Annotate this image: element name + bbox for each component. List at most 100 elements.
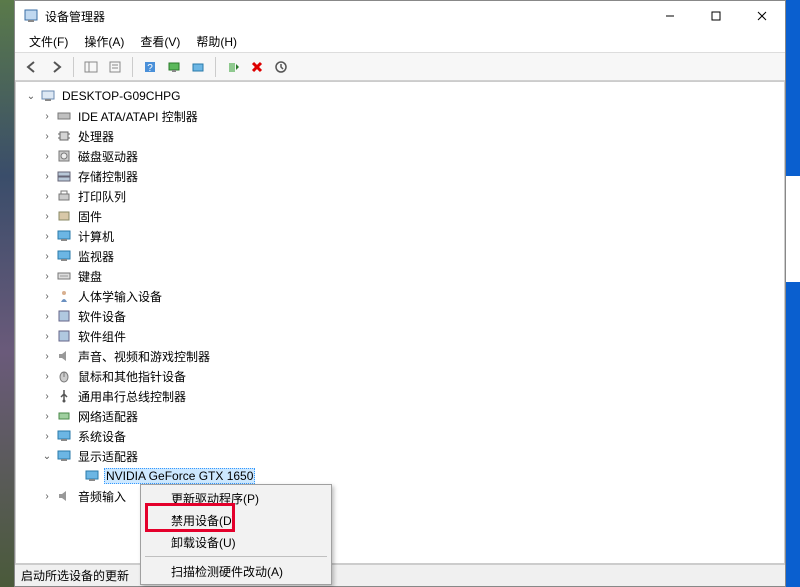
chevron-down-icon[interactable]: ⌄ [24, 91, 38, 102]
context-menu: 更新驱动程序(P) 禁用设备(D) 卸载设备(U) 扫描检测硬件改动(A) [140, 484, 332, 585]
properties-button[interactable] [104, 56, 126, 78]
chevron-right-icon[interactable]: › [40, 111, 54, 122]
menu-file[interactable]: 文件(F) [21, 31, 76, 52]
enable-device-button[interactable] [222, 56, 244, 78]
tree-category-software-devices[interactable]: › 软件设备 [16, 306, 784, 326]
status-text: 启动所选设备的更新 [21, 567, 129, 584]
tree-category-sound[interactable]: ›声音、视频和游戏控制器 [16, 346, 784, 366]
tree-item-label: 通用串行总线控制器 [76, 388, 188, 405]
tree-item-label: 软件设备 [76, 308, 128, 325]
chevron-right-icon[interactable]: › [40, 431, 54, 442]
help-button[interactable]: ? [139, 56, 161, 78]
tree-item-label: 软件组件 [76, 328, 128, 345]
desktop-background-left [0, 0, 14, 587]
tree-category-ide[interactable]: ›IDE ATA/ATAPI 控制器 [16, 106, 784, 126]
display-icon [56, 448, 72, 464]
device-tree[interactable]: ⌄ DESKTOP-G09CHPG ›IDE ATA/ATAPI 控制器 › 处理… [15, 81, 785, 564]
svg-text:?: ? [147, 63, 153, 74]
tree-category-storage-controllers[interactable]: › 存储控制器 [16, 166, 784, 186]
maximize-button[interactable] [693, 1, 739, 31]
tree-category-keyboards[interactable]: › 键盘 [16, 266, 784, 286]
chevron-right-icon[interactable]: › [40, 211, 54, 222]
chevron-right-icon[interactable]: › [40, 491, 54, 502]
menu-help[interactable]: 帮助(H) [188, 31, 245, 52]
disk-icon [56, 148, 72, 164]
chevron-right-icon[interactable]: › [40, 351, 54, 362]
tree-item-label: 处理器 [76, 128, 116, 145]
show-hide-tree-button[interactable] [80, 56, 102, 78]
uninstall-device-button[interactable] [246, 56, 268, 78]
minimize-button[interactable] [647, 1, 693, 31]
context-disable-device[interactable]: 禁用设备(D) [143, 509, 329, 531]
tree-root-label: DESKTOP-G09CHPG [60, 89, 182, 103]
tree-device-gpu[interactable]: NVIDIA GeForce GTX 1650 [16, 466, 784, 486]
tree-item-label: 监视器 [76, 248, 116, 265]
tree-item-label: 鼠标和其他指针设备 [76, 368, 188, 385]
window-controls [647, 1, 785, 31]
chevron-right-icon[interactable]: › [40, 191, 54, 202]
monitor-icon [56, 228, 72, 244]
tree-category-display-adapters[interactable]: ⌄显示适配器 [16, 446, 784, 466]
tree-item-label: 计算机 [76, 228, 116, 245]
menu-action[interactable]: 操作(A) [76, 31, 132, 52]
update-driver-button[interactable] [187, 56, 209, 78]
chevron-right-icon[interactable]: › [40, 251, 54, 262]
menu-bar: 文件(F) 操作(A) 查看(V) 帮助(H) [15, 31, 785, 53]
chevron-right-icon[interactable]: › [40, 391, 54, 402]
usb-icon [56, 388, 72, 404]
chevron-right-icon[interactable]: › [40, 271, 54, 282]
chevron-right-icon[interactable]: › [40, 151, 54, 162]
chevron-right-icon[interactable]: › [40, 411, 54, 422]
toolbar: ? [15, 53, 785, 81]
chevron-right-icon[interactable]: › [40, 171, 54, 182]
storage-icon [56, 168, 72, 184]
context-separator [145, 556, 327, 557]
tree-category-disk-drives[interactable]: ›磁盘驱动器 [16, 146, 784, 166]
app-icon [23, 8, 39, 24]
speaker-icon [56, 488, 72, 504]
tree-category-network[interactable]: › 网络适配器 [16, 406, 784, 426]
chevron-right-icon[interactable]: › [40, 331, 54, 342]
chevron-right-icon[interactable]: › [40, 311, 54, 322]
chevron-right-icon[interactable]: › [40, 131, 54, 142]
tree-category-usb[interactable]: › 通用串行总线控制器 [16, 386, 784, 406]
chevron-down-icon[interactable]: ⌄ [40, 451, 54, 462]
tree-item-label: 音频输入 [76, 488, 128, 505]
component-icon [56, 328, 72, 344]
toolbar-separator [215, 57, 216, 77]
tree-category-monitors[interactable]: › 监视器 [16, 246, 784, 266]
forward-button[interactable] [45, 56, 67, 78]
close-button[interactable] [739, 1, 785, 31]
tree-category-mice[interactable]: › 鼠标和其他指针设备 [16, 366, 784, 386]
tree-item-label: 键盘 [76, 268, 104, 285]
scan-hardware-button[interactable] [163, 56, 185, 78]
monitor-icon [56, 248, 72, 264]
tree-category-audio-inputs[interactable]: › 音频输入 [16, 486, 784, 506]
tree-category-computer[interactable]: › 计算机 [16, 226, 784, 246]
context-uninstall-device[interactable]: 卸载设备(U) [143, 531, 329, 553]
tree-category-software-components[interactable]: › 软件组件 [16, 326, 784, 346]
tree-category-firmware[interactable]: › 固件 [16, 206, 784, 226]
tree-item-label: 打印队列 [76, 188, 128, 205]
tree-category-processors[interactable]: › 处理器 [16, 126, 784, 146]
tree-category-print-queues[interactable]: › 打印队列 [16, 186, 784, 206]
tree-item-label: 固件 [76, 208, 104, 225]
context-scan-hardware[interactable]: 扫描检测硬件改动(A) [143, 560, 329, 582]
tree-category-hid[interactable]: ›人体学输入设备 [16, 286, 784, 306]
back-button[interactable] [21, 56, 43, 78]
chevron-right-icon[interactable]: › [40, 231, 54, 242]
chevron-right-icon[interactable]: › [40, 291, 54, 302]
chevron-right-icon[interactable]: › [40, 371, 54, 382]
keyboard-icon [56, 268, 72, 284]
desktop-background-right [786, 0, 800, 587]
status-bar: 启动所选设备的更新 [15, 564, 785, 586]
menu-view[interactable]: 查看(V) [132, 31, 188, 52]
tree-item-label: 网络适配器 [76, 408, 140, 425]
disable-device-button[interactable] [270, 56, 292, 78]
computer-icon [40, 88, 56, 104]
tree-item-label: 存储控制器 [76, 168, 140, 185]
tree-root[interactable]: ⌄ DESKTOP-G09CHPG [16, 86, 784, 106]
title-bar[interactable]: 设备管理器 [15, 1, 785, 31]
context-update-driver[interactable]: 更新驱动程序(P) [143, 487, 329, 509]
tree-category-system-devices[interactable]: ›系统设备 [16, 426, 784, 446]
